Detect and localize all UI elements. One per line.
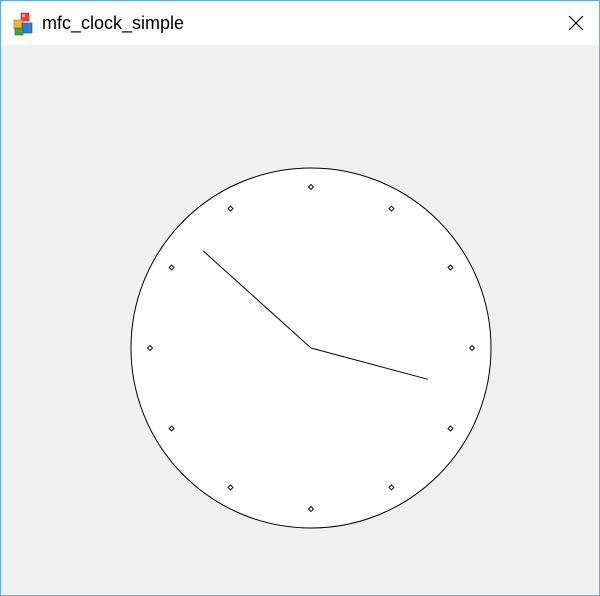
window-title: mfc_clock_simple	[42, 13, 185, 33]
close-button[interactable]	[553, 1, 599, 45]
clock-canvas	[130, 167, 492, 529]
mfc-app-icon	[13, 12, 33, 36]
close-icon	[568, 15, 584, 31]
app-window: mfc_clock_simple	[0, 0, 600, 596]
title-bar[interactable]: mfc_clock_simple	[1, 1, 599, 45]
client-area	[1, 45, 599, 595]
